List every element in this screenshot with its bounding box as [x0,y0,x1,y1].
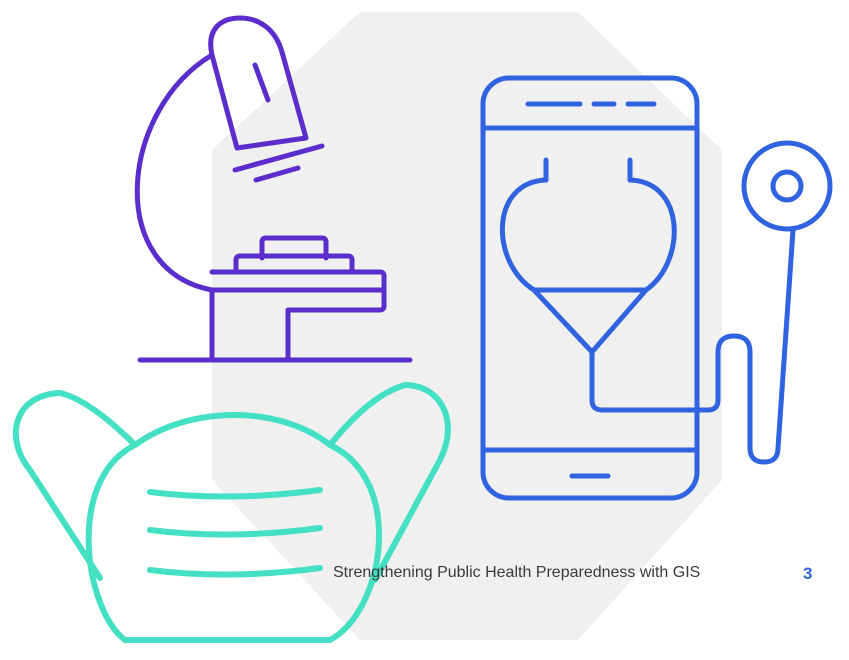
page-number: 3 [803,564,813,583]
cover-illustration [13,12,833,643]
footer-document-title: Strengthening Public Health Preparedness… [333,564,701,581]
